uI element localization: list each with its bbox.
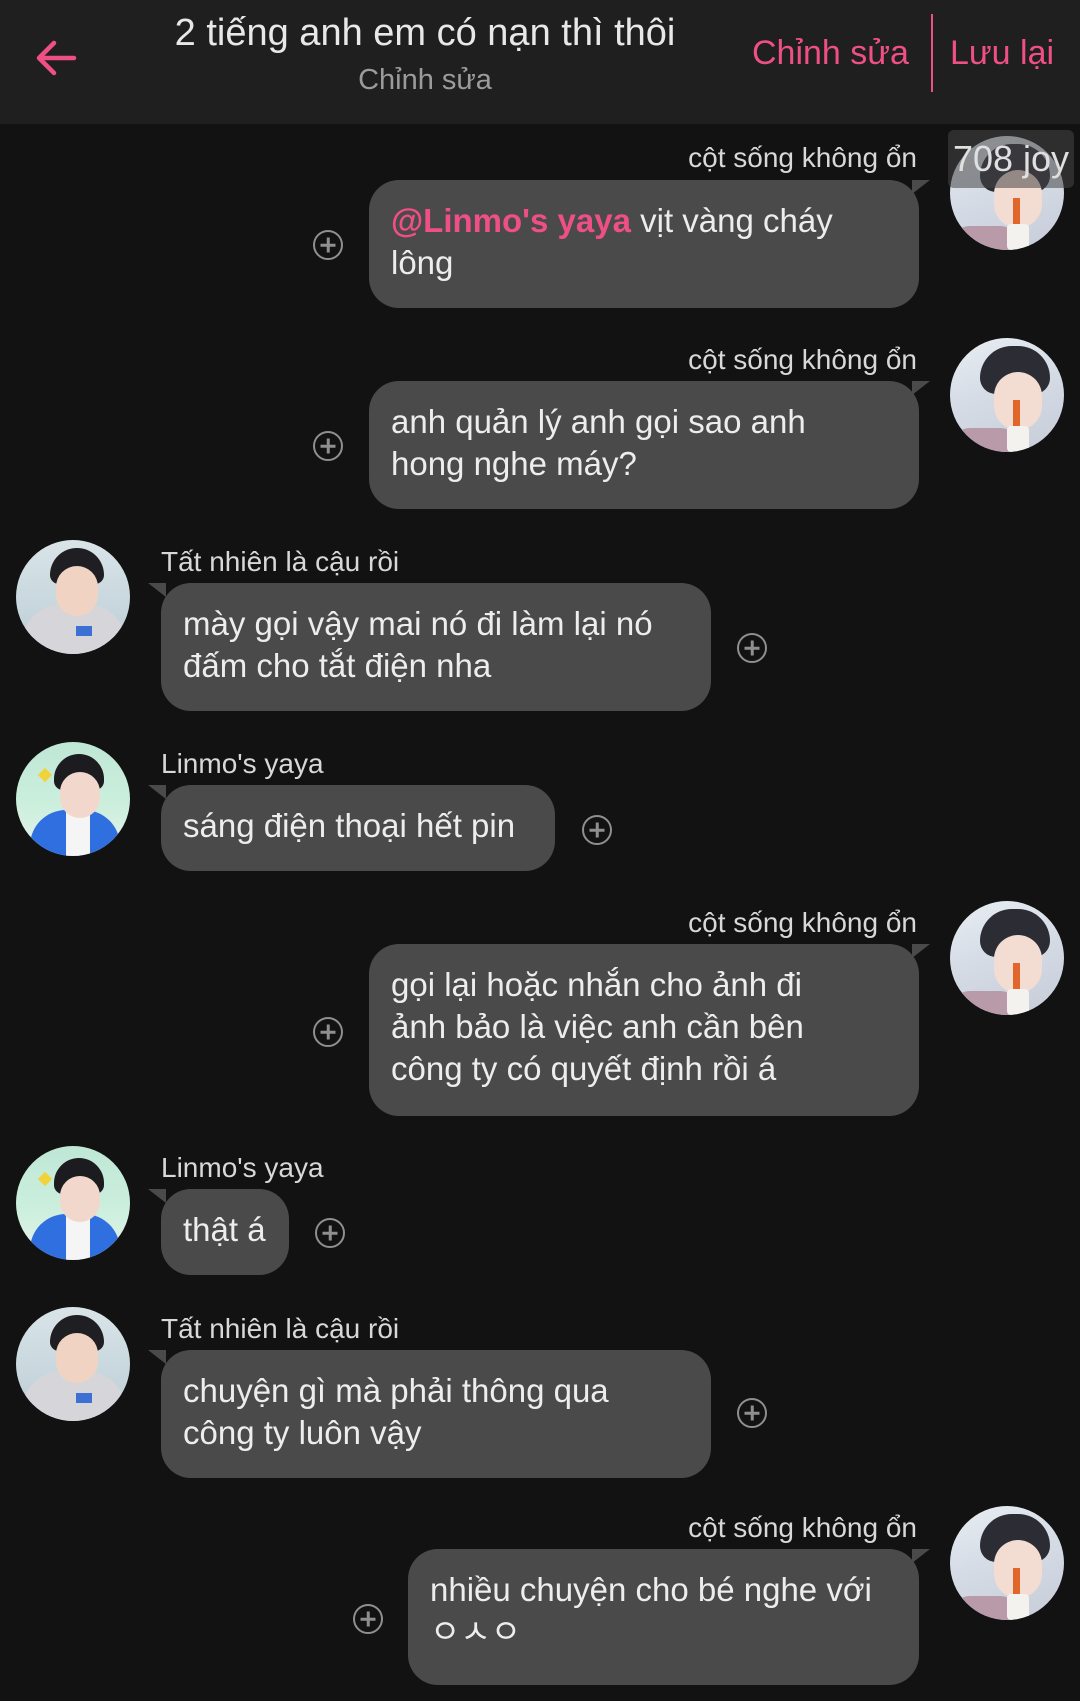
avatar[interactable] <box>950 1506 1064 1620</box>
sender-name: cột sống không ổn <box>688 142 917 173</box>
add-reaction-button[interactable] <box>313 431 343 461</box>
save-button[interactable]: Lưu lại <box>950 34 1054 73</box>
add-reaction-button[interactable] <box>737 1398 767 1428</box>
message-bubble[interactable]: gọi lại hoặc nhắn cho ảnh đi ảnh bảo là … <box>369 944 919 1116</box>
arrow-left-icon <box>36 40 77 76</box>
message-bubble[interactable]: @Linmo's yaya vịt vàng cháy lông <box>369 180 919 308</box>
sender-name: Tất nhiên là cậu rồi <box>161 1313 400 1344</box>
message-bubble[interactable]: sáng điện thoại hết pin <box>161 785 555 871</box>
chat-title: 2 tiếng anh em có nạn thì thôi <box>174 12 676 54</box>
sender-name: Linmo's yaya <box>161 1152 324 1183</box>
bubble-tail <box>148 785 166 799</box>
add-reaction-button[interactable] <box>313 230 343 260</box>
mention-tag[interactable]: @Linmo's yaya <box>391 202 631 239</box>
sender-name: Tất nhiên là cậu rồi <box>161 546 400 577</box>
add-reaction-button[interactable] <box>582 815 612 845</box>
bubble-tail <box>148 583 166 597</box>
add-reaction-button[interactable] <box>737 633 767 663</box>
bubble-tail <box>148 1350 166 1364</box>
sender-name: cột sống không ổn <box>688 344 917 375</box>
bubble-tail <box>148 1189 166 1203</box>
bubble-tail <box>912 180 930 194</box>
header-divider <box>931 14 933 92</box>
message-bubble[interactable]: nhiều chuyện cho bé nghe với ㅇㅅㅇ <box>408 1549 919 1685</box>
bubble-tail <box>912 381 930 395</box>
bubble-tail <box>912 1549 930 1563</box>
add-reaction-button[interactable] <box>315 1218 345 1248</box>
add-reaction-button[interactable] <box>313 1017 343 1047</box>
chat-subtitle: Chỉnh sửa <box>358 64 492 96</box>
message-bubble[interactable]: chuyện gì mà phải thông qua công ty luôn… <box>161 1350 711 1478</box>
sender-name: cột sống không ổn <box>688 1512 917 1543</box>
avatar[interactable] <box>16 742 130 856</box>
joy-badge: 708 joy <box>948 130 1074 188</box>
avatar[interactable] <box>950 338 1064 452</box>
back-button[interactable] <box>28 30 84 86</box>
sender-name: Linmo's yaya <box>161 748 324 779</box>
message-bubble[interactable]: mày gọi vậy mai nó đi làm lại nó đấm cho… <box>161 583 711 711</box>
top-bar: 2 tiếng anh em có nạn thì thôi Chỉnh sửa… <box>0 0 1080 124</box>
edit-button[interactable]: Chỉnh sửa <box>752 34 909 73</box>
avatar[interactable] <box>16 1307 130 1421</box>
bubble-tail <box>912 944 930 958</box>
avatar[interactable] <box>16 540 130 654</box>
sender-name: cột sống không ổn <box>688 907 917 938</box>
message-bubble[interactable]: anh quản lý anh gọi sao anh hong nghe má… <box>369 381 919 509</box>
add-reaction-button[interactable] <box>353 1604 383 1634</box>
message-bubble[interactable]: thật á <box>161 1189 289 1275</box>
avatar[interactable] <box>16 1146 130 1260</box>
avatar[interactable] <box>950 901 1064 1015</box>
